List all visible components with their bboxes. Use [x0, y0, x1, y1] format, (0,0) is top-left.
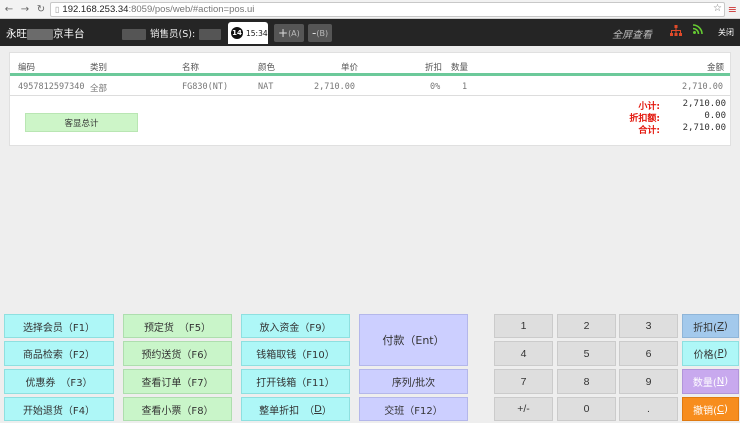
app-header: 永旺 京丰台 销售员(S): — [0, 19, 740, 46]
deposit-funds-button[interactable]: 放入资金（F9） — [241, 314, 350, 338]
cell-amount: 2,710.00 — [682, 82, 723, 92]
numpad-6[interactable]: 6 — [619, 341, 678, 366]
order-discount-key: D — [314, 403, 322, 415]
discount-button-paren: ) — [723, 320, 728, 332]
quantity-button-label: 数量( — [692, 378, 717, 389]
url-host: 192.168.253.34 — [62, 4, 129, 15]
url-path: :8059/pos/web/#action=pos.ui — [128, 4, 255, 15]
table-row[interactable]: 4957812597340 全部 FG830(NT) NAT 2,710.00 … — [10, 79, 730, 96]
add-session-button[interactable]: + (A) — [274, 24, 304, 42]
price-button-paren: ) — [723, 348, 728, 359]
redacted-text — [27, 28, 53, 40]
pay-button[interactable]: 付款（Ent） — [359, 314, 468, 366]
numpad-7[interactable]: 7 — [494, 369, 553, 394]
cell-code: 4957812597340 — [18, 82, 85, 92]
clock-time: 15:34 — [246, 28, 268, 38]
numpad-3[interactable]: 3 — [619, 314, 678, 338]
discount-button[interactable]: 折扣(Z) — [682, 314, 739, 338]
cancel-button-key: C — [717, 403, 724, 415]
remove-session-button[interactable]: - (B) — [308, 24, 333, 42]
cell-category: 全部 — [90, 84, 108, 94]
numpad-9[interactable]: 9 — [619, 369, 678, 394]
scheduled-delivery-button[interactable]: 预约送货（F6） — [123, 341, 232, 366]
cell-name: FG830(NT) — [182, 82, 229, 92]
serial-batch-button[interactable]: 序列/批次 — [359, 369, 468, 394]
cell-discount: 0% — [430, 82, 441, 92]
numpad-0[interactable]: 0 — [557, 397, 616, 421]
numpad-4[interactable]: 4 — [494, 341, 553, 366]
quantity-button-key: N — [716, 376, 725, 387]
open-drawer-button[interactable]: 打开钱箱（F11） — [241, 369, 350, 394]
page-icon: ▯ — [55, 5, 60, 14]
remove-session-key: (B) — [316, 28, 329, 38]
discount-button-key: Z — [717, 320, 724, 332]
plus-icon: + — [278, 26, 289, 40]
shift-change-button[interactable]: 交班（F12） — [359, 397, 468, 421]
total-label: 合计: — [638, 126, 660, 136]
select-member-button[interactable]: 选择会员（F1） — [4, 314, 114, 338]
col-qty: 数量 — [451, 63, 469, 73]
reload-icon[interactable]: ↻ — [34, 2, 48, 16]
view-receipts-button[interactable]: 查看小票（F8） — [123, 397, 232, 421]
discount-button-label: 折扣( — [693, 322, 718, 334]
seller-label: 销售员(S): — [150, 29, 196, 40]
back-arrow-icon[interactable]: ← — [2, 2, 16, 16]
cell-qty: 1 — [462, 82, 468, 92]
browser-toolbar: ← → ↻ ▯ 192.168.253.34:8059/pos/web/#act… — [0, 0, 740, 19]
col-category: 类别 — [90, 63, 108, 73]
total-value: 2,710.00 — [682, 123, 726, 133]
order-discount-button[interactable]: 整单折扣 （D） — [241, 397, 350, 421]
col-color: 颜色 — [258, 63, 276, 73]
address-bar[interactable]: ▯ 192.168.253.34:8059/pos/web/#action=po… — [50, 2, 725, 17]
cancel-button-label: 撤销( — [693, 405, 717, 417]
price-button[interactable]: 价格(P) — [682, 341, 739, 366]
cancel-button[interactable]: 撤销(C) — [682, 397, 739, 421]
preorder-button[interactable]: 预定货 （F5） — [123, 314, 232, 338]
forward-arrow-icon[interactable]: → — [18, 2, 32, 16]
order-discount-label: 整单折扣 （ — [259, 405, 315, 417]
redacted-text — [122, 29, 146, 40]
store-name-suffix: 京丰台 — [53, 28, 85, 40]
cash-withdraw-button[interactable]: 钱箱取钱（F10） — [241, 341, 350, 366]
coupon-button[interactable]: 优惠券 （F3） — [4, 369, 114, 394]
numpad-2[interactable]: 2 — [557, 314, 616, 338]
table-header: 编码 类别 名称 颜色 单价 折扣 数量 金额 — [10, 53, 730, 76]
add-session-key: (A) — [288, 28, 300, 38]
session-tab[interactable]: 14 15:34 — [228, 22, 268, 44]
store-name: 永旺 京丰台 — [6, 26, 85, 41]
quantity-button-paren: ) — [724, 376, 729, 387]
order-panel: 编码 类别 名称 颜色 单价 折扣 数量 金额 4957812597340 全部… — [9, 52, 731, 146]
store-name-prefix: 永旺 — [6, 28, 27, 40]
col-discount: 折扣 — [425, 63, 443, 73]
customer-display-total-button[interactable]: 客显总计 — [25, 113, 138, 132]
numpad-plus-minus[interactable]: +/- — [494, 397, 553, 421]
product-search-button[interactable]: 商品检索（F2） — [4, 341, 114, 366]
numpad-8[interactable]: 8 — [557, 369, 616, 394]
clock-badge: 14 — [231, 27, 243, 39]
col-code: 编码 — [18, 63, 36, 73]
numpad-5[interactable]: 5 — [557, 341, 616, 366]
col-amount: 金额 — [707, 63, 725, 73]
seller-selector[interactable]: 销售员(S): — [122, 26, 222, 40]
bookmark-star-icon[interactable]: ☆ — [713, 3, 722, 14]
numpad-1[interactable]: 1 — [494, 314, 553, 338]
redacted-text — [199, 29, 222, 40]
col-name: 名称 — [182, 63, 200, 73]
browser-menu-icon[interactable]: ≡ — [728, 3, 737, 16]
quantity-button[interactable]: 数量(N) — [682, 369, 739, 394]
total-row: 合计: 2,710.00 — [610, 123, 726, 136]
cell-color: NAT — [258, 82, 274, 92]
col-unit-price: 单价 — [341, 63, 359, 73]
start-return-button[interactable]: 开始退货（F4） — [4, 397, 114, 421]
cancel-button-paren: ) — [723, 403, 728, 415]
order-discount-paren: ） — [321, 405, 332, 417]
numpad-decimal[interactable]: . — [619, 397, 678, 421]
cell-unit-price: 2,710.00 — [314, 82, 355, 92]
price-button-label: 价格( — [693, 350, 718, 361]
view-orders-button[interactable]: 查看订单（F7） — [123, 369, 232, 394]
